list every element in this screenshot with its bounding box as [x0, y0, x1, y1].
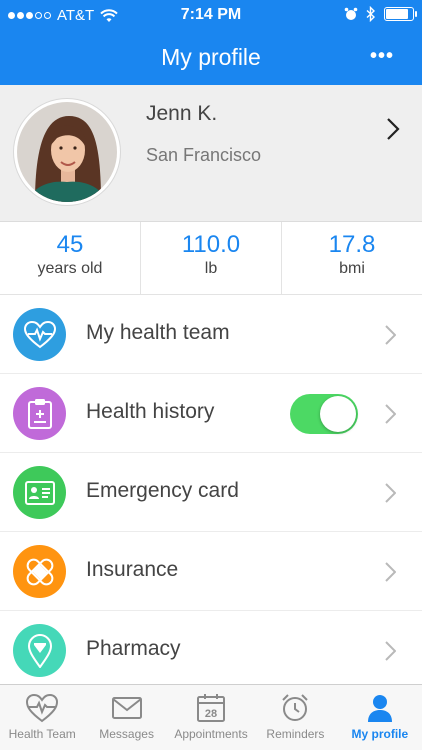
tab-appointments[interactable]: 28 Appointments — [169, 685, 253, 750]
menu-item-label: My health team — [86, 321, 230, 344]
battery-icon — [384, 7, 417, 21]
profile-header[interactable]: Jenn K. San Francisco — [0, 85, 422, 222]
profile-photo — [17, 102, 117, 202]
stat-unit: lb — [204, 260, 218, 277]
chevron-right-icon — [385, 483, 396, 503]
alarm-icon — [344, 7, 358, 20]
menu-item-health-history[interactable]: Health history — [0, 374, 422, 453]
profile-menu: My health team Health history Emergency … — [0, 295, 422, 690]
tab-label: Messages — [99, 727, 154, 741]
page-title: My profile — [161, 44, 261, 70]
stat-value: 110.0 — [181, 231, 241, 258]
stat-bmi: 17.8 bmi — [282, 222, 422, 294]
bandage-icon — [13, 545, 66, 598]
tab-label: My profile — [351, 727, 409, 741]
tab-label: Reminders — [266, 727, 325, 741]
avatar — [14, 99, 120, 205]
person-icon — [367, 695, 392, 722]
id-card-icon — [13, 466, 66, 519]
stats-bar: 45 years old 110.0 lb 17.8 bmi — [0, 222, 422, 295]
menu-item-emergency-card[interactable]: Emergency card — [0, 453, 422, 532]
stat-age: 45 years old — [0, 222, 141, 294]
tab-label: Appointments — [174, 727, 248, 741]
menu-item-label: Health history — [86, 400, 215, 423]
stat-unit: years old — [37, 260, 103, 277]
chevron-right-icon — [385, 641, 396, 661]
menu-item-pharmacy[interactable]: Pharmacy — [0, 611, 422, 690]
status-bar: AT&T 7:14 PM — [0, 0, 422, 30]
profile-name: Jenn K. — [146, 102, 218, 125]
calendar-icon: 28 — [197, 694, 226, 722]
tab-bar: Health Team Messages 28 Appointments Rem… — [0, 684, 422, 750]
stat-value: 45 — [56, 231, 84, 258]
tab-label: Health Team — [8, 727, 76, 741]
menu-item-health-team[interactable]: My health team — [0, 295, 422, 374]
tab-messages[interactable]: Messages — [84, 685, 168, 750]
heart-pulse-icon — [26, 693, 59, 723]
stat-weight: 110.0 lb — [141, 222, 282, 294]
menu-item-label: Insurance — [86, 558, 179, 581]
menu-item-label: Pharmacy — [86, 637, 181, 660]
health-history-toggle[interactable] — [290, 394, 358, 434]
menu-item-label: Emergency card — [86, 479, 239, 502]
tab-reminders[interactable]: Reminders — [253, 685, 337, 750]
envelope-icon — [111, 697, 142, 719]
stat-unit: bmi — [339, 260, 365, 277]
pharmacy-pin-icon — [13, 624, 66, 677]
stat-value: 17.8 — [328, 231, 376, 258]
menu-item-insurance[interactable]: Insurance — [0, 532, 422, 611]
tab-health-team[interactable]: Health Team — [0, 685, 84, 750]
chevron-right-icon — [385, 404, 396, 424]
chevron-right-icon — [385, 562, 396, 582]
alarm-clock-icon — [282, 694, 309, 721]
navigation-bar: AT&T 7:14 PM My profile ••• — [0, 0, 422, 85]
calendar-day: 28 — [205, 708, 217, 720]
tab-my-profile[interactable]: My profile — [338, 685, 422, 750]
bluetooth-icon — [366, 6, 376, 22]
more-options-button[interactable]: ••• — [370, 46, 394, 66]
toggle-knob — [320, 396, 356, 432]
chevron-right-icon — [385, 325, 396, 345]
chevron-right-icon[interactable] — [386, 117, 400, 141]
profile-city: San Francisco — [146, 145, 262, 165]
heart-pulse-icon — [13, 308, 66, 361]
clipboard-icon — [13, 387, 66, 440]
